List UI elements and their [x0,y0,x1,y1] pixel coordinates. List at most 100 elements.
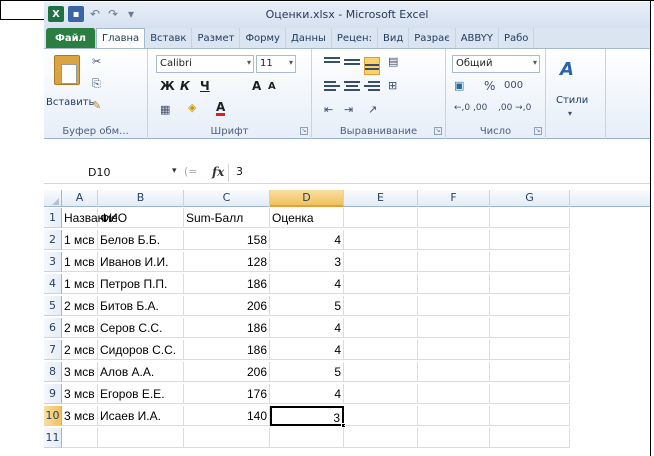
cell-d9[interactable]: 4 [270,384,344,404]
copy-icon[interactable]: ⎘ [92,77,101,91]
cell-e9[interactable] [344,384,418,404]
cell-g4[interactable] [490,274,570,294]
cell-b1[interactable]: ФИО [98,208,184,228]
cell-f5[interactable] [418,296,490,316]
cell-f11[interactable] [418,428,490,448]
cell-g2[interactable] [490,230,570,250]
cell-e5[interactable] [344,296,418,316]
cell-e2[interactable] [344,230,418,250]
shrink-font-button[interactable]: A [268,81,276,92]
tab-6[interactable]: Рецен: [332,28,378,48]
cell-f10[interactable] [418,406,490,426]
cell-b6[interactable]: Серов С.С. [98,318,184,338]
cell-b3[interactable]: Иванов И.И. [98,252,184,272]
cell-d4[interactable]: 4 [270,274,344,294]
cell-a4[interactable]: 1 мсв [62,274,98,294]
cell-b9[interactable]: Егоров Е.Е. [98,384,184,404]
cell-g5[interactable] [490,296,570,316]
row-header[interactable]: 3 [44,252,62,272]
row-header[interactable]: 11 [44,428,62,448]
align-left-icon[interactable] [324,81,340,95]
borders-icon[interactable]: ▦ [160,103,170,116]
cut-icon[interactable]: ✂ [92,55,101,68]
cell-g9[interactable] [490,384,570,404]
cell-f4[interactable] [418,274,490,294]
cell-a6[interactable]: 2 мсв [62,318,98,338]
tab-5[interactable]: Данны [286,28,332,48]
column-header-f[interactable]: F [418,190,490,207]
insert-function-icon[interactable]: fx [212,165,224,179]
cell-g8[interactable] [490,362,570,382]
paste-button[interactable]: Вставить [46,97,94,108]
fill-color-icon[interactable]: ◈ [188,101,196,114]
cell-e4[interactable] [344,274,418,294]
cell-c1[interactable]: Sum-Балл [184,208,270,228]
font-size-dropdown[interactable]: 11 ▾ [256,55,296,73]
cell-a1[interactable]: Название [62,208,118,228]
font-color-button[interactable]: A [216,101,226,116]
cell-b10[interactable]: Исаев И.А. [98,406,184,426]
cell-b4[interactable]: Петров П.П. [98,274,184,294]
bold-button[interactable]: Ж [160,79,175,93]
cell-f6[interactable] [418,318,490,338]
row-header[interactable]: 10 [44,406,62,426]
row-header[interactable]: 9 [44,384,62,404]
paste-icon[interactable] [54,55,80,85]
select-all-corner[interactable] [44,190,62,207]
cell-d7[interactable]: 4 [270,340,344,360]
cell-d6[interactable]: 4 [270,318,344,338]
cell-c8[interactable]: 206 [184,362,270,382]
increase-indent-icon[interactable]: ⇥ [344,103,353,116]
cell-e3[interactable] [344,252,418,272]
align-bottom-icon[interactable] [364,57,380,75]
styles-button[interactable]: Стили [556,95,588,106]
name-box-dropdown-icon[interactable]: ▾ [172,166,177,176]
formula-input[interactable]: 3 [236,165,243,178]
column-header-b[interactable]: B [98,190,184,207]
cell-a3[interactable]: 1 мсв [62,252,98,272]
row-header[interactable]: 7 [44,340,62,360]
currency-icon[interactable]: ▣ [454,79,464,92]
cell-e7[interactable] [344,340,418,360]
tab-4[interactable]: Форму [240,28,286,48]
italic-button[interactable]: К [180,79,190,93]
row-header[interactable]: 5 [44,296,62,316]
row-header[interactable]: 2 [44,230,62,250]
cell-d3[interactable]: 3 [270,252,344,272]
row-header[interactable]: 6 [44,318,62,338]
column-header-g[interactable]: G [490,190,570,207]
wrap-text-icon[interactable]: ▤ [388,55,398,68]
tab-7[interactable]: Вид [378,28,410,48]
cell-f9[interactable] [418,384,490,404]
chevron-down-icon[interactable]: ▾ [568,109,572,118]
cell-f1[interactable] [418,208,490,228]
cell-c5[interactable]: 206 [184,296,270,316]
cell-a10[interactable]: 3 мсв [62,406,98,426]
cell-a5[interactable]: 2 мсв [62,296,98,316]
tab-10[interactable]: Рабо [499,28,535,48]
cell-e1[interactable] [344,208,418,228]
cell-e10[interactable] [344,406,418,426]
cell-g11[interactable] [490,428,570,448]
cell-f3[interactable] [418,252,490,272]
cell-a7[interactable]: 2 мсв [62,340,98,360]
cell-b5[interactable]: Битов Б.А. [98,296,184,316]
cell-g7[interactable] [490,340,570,360]
cell-d1[interactable]: Оценка [270,208,344,228]
cell-c2[interactable]: 158 [184,230,270,250]
cell-d8[interactable]: 5 [270,362,344,382]
cell-c6[interactable]: 186 [184,318,270,338]
row-header[interactable]: 1 [44,208,62,228]
cell-f7[interactable] [418,340,490,360]
cell-d10[interactable]: 3 [270,406,346,428]
cell-c4[interactable]: 186 [184,274,270,294]
increase-decimal-button[interactable]: ←,0 ,00 [454,103,487,113]
align-middle-icon[interactable] [344,59,360,73]
orientation-icon[interactable]: ↗ [368,103,377,116]
align-right-icon[interactable] [364,81,380,95]
cell-g10[interactable] [490,406,570,426]
tab-3[interactable]: Размет [192,28,241,48]
cell-e6[interactable] [344,318,418,338]
cell-a11[interactable] [62,428,98,448]
tab-1[interactable]: Главна [96,28,146,48]
